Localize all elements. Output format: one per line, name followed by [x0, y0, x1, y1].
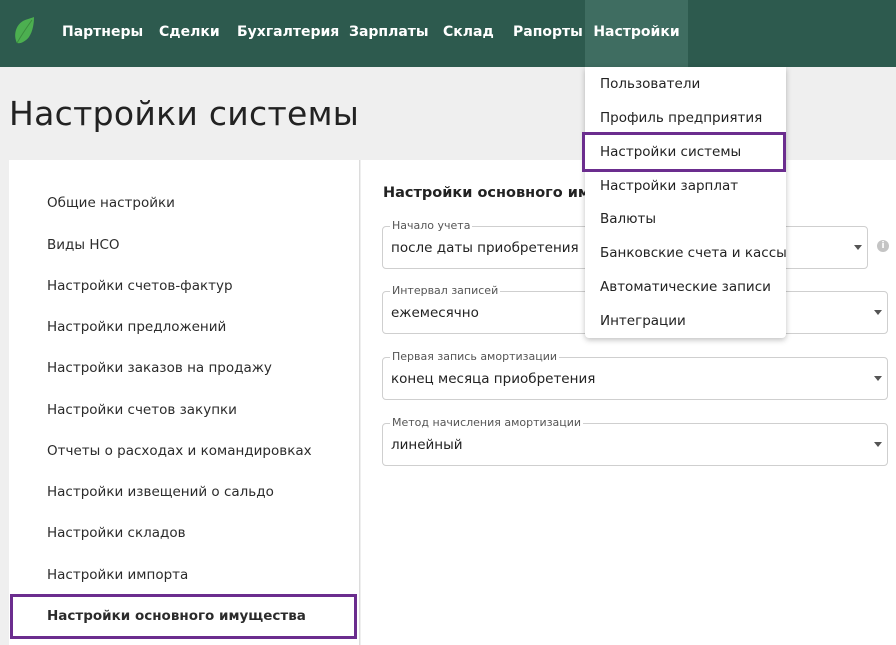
sidebar-item-import[interactable]: Настройки импорта	[47, 567, 188, 583]
field-label: Метод начисления амортизации	[390, 416, 584, 430]
field-label: Интервал записей	[390, 284, 501, 298]
settings-dropdown-menu: Пользователи Профиль предприятия Настрой…	[585, 67, 787, 338]
settings-sidebar: Общие настройки Виды НСО Настройки счето…	[9, 160, 360, 645]
menu-highlight-frame	[582, 132, 786, 172]
field-value: ежемесячно	[391, 305, 479, 321]
nav-item-settings[interactable]: Настройки	[585, 0, 688, 67]
nav-item-deals[interactable]: Сделки	[159, 0, 220, 67]
field-value: линейный	[391, 437, 463, 453]
sidebar-active-highlight	[10, 594, 357, 639]
nav-item-reports[interactable]: Рапорты	[513, 0, 583, 67]
menu-item-automatic-entries[interactable]: Автоматические записи	[600, 279, 771, 295]
sidebar-item-warehouses[interactable]: Настройки складов	[47, 525, 186, 541]
depreciation-method-select[interactable]: Метод начисления амортизации линейный	[382, 416, 888, 466]
sidebar-item-purchase-invoices[interactable]: Настройки счетов закупки	[47, 402, 237, 418]
page-title: Настройки системы	[9, 94, 360, 133]
menu-item-integrations[interactable]: Интеграции	[600, 313, 686, 329]
sidebar-item-general[interactable]: Общие настройки	[47, 195, 175, 211]
field-value: после даты приобретения	[391, 240, 579, 256]
chevron-down-icon	[874, 442, 882, 447]
sidebar-item-sales-orders[interactable]: Настройки заказов на продажу	[47, 360, 272, 376]
sidebar-item-balance-notices[interactable]: Настройки извещений о сальдо	[47, 484, 274, 500]
info-icon[interactable]: i	[877, 240, 889, 252]
sidebar-item-vat-types[interactable]: Виды НСО	[47, 237, 120, 253]
chevron-down-icon	[854, 245, 862, 250]
nav-item-partners[interactable]: Партнеры	[62, 0, 143, 67]
first-depreciation-select[interactable]: Первая запись амортизации конец месяца п…	[382, 350, 888, 400]
nav-item-accounting[interactable]: Бухгалтерия	[237, 0, 339, 67]
leaf-logo-icon[interactable]	[13, 17, 35, 45]
chevron-down-icon	[874, 310, 882, 315]
nav-item-salaries[interactable]: Зарплаты	[349, 0, 429, 67]
sidebar-item-invoices[interactable]: Настройки счетов-фактур	[47, 278, 233, 294]
menu-item-users[interactable]: Пользователи	[600, 76, 700, 92]
menu-item-company-profile[interactable]: Профиль предприятия	[600, 110, 762, 126]
menu-item-salary-settings[interactable]: Настройки зарплат	[600, 178, 738, 194]
menu-item-bank-accounts[interactable]: Банковские счета и кассы	[600, 245, 787, 261]
sidebar-item-offers[interactable]: Настройки предложений	[47, 319, 226, 335]
nav-item-warehouse[interactable]: Склад	[443, 0, 494, 67]
top-navigation-bar: Партнеры Сделки Бухгалтерия Зарплаты Скл…	[0, 0, 896, 67]
chevron-down-icon	[874, 376, 882, 381]
menu-item-currencies[interactable]: Валюты	[600, 211, 656, 227]
field-value: конец месяца приобретения	[391, 371, 596, 387]
field-label: Первая запись амортизации	[390, 350, 559, 364]
field-label: Начало учета	[390, 219, 473, 233]
sidebar-item-expense-reports[interactable]: Отчеты о расходах и командировках	[47, 443, 312, 459]
